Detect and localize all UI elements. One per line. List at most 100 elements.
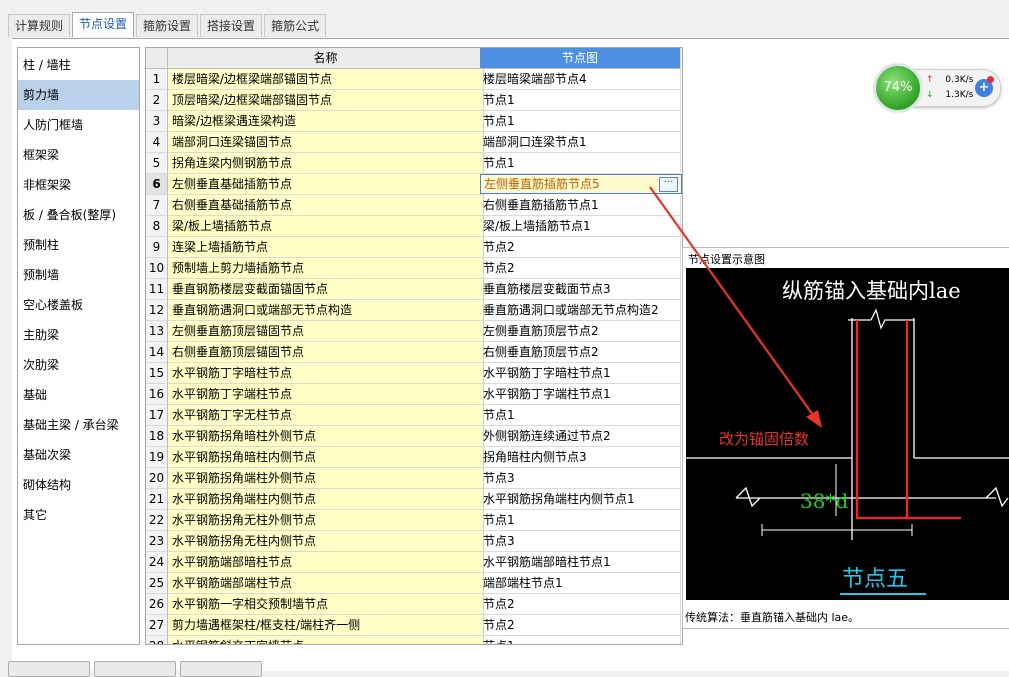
sidebar-item-other[interactable]: 其它 [18,500,139,530]
table-row[interactable]: 5 拐角连梁内侧钢筋节点 节点1 [146,153,681,174]
node-diagram-cell[interactable]: 垂直筋遇洞口或端部无节点构造2 [480,300,681,321]
node-diagram-cell[interactable]: 右侧垂直筋顶层节点2 [480,342,681,363]
table-row[interactable]: 13 左侧垂直筋顶层锚固节点 左侧垂直筋顶层节点2 [146,321,681,342]
sidebar-item-frame-beam[interactable]: 框架梁 [18,140,139,170]
sidebar-item-foundation-main-beam[interactable]: 基础主梁 / 承台梁 [18,410,139,440]
table-row[interactable]: 21 水平钢筋拐角端柱内侧节点 水平钢筋拐角端柱内侧节点1 [146,489,681,510]
tab-stirrup-formula[interactable]: 箍筋公式 [264,14,327,37]
table-row[interactable]: 9 连梁上墙插筋节点 节点2 [146,237,681,258]
bottom-button-1[interactable] [8,661,90,677]
sidebar-item-foundation[interactable]: 基础 [18,380,139,410]
node-diagram-cell[interactable]: 节点1 [480,90,681,111]
table-row[interactable]: 27 剪力墙遇框架柱/框支柱/端柱齐一侧 节点2 [146,615,681,636]
node-diagram-cell[interactable]: 节点1 [480,636,681,644]
node-diagram-value: 垂直筋楼层变截面节点3 [483,282,611,296]
table-row[interactable]: 16 水平钢筋丁字端柱节点 水平钢筋丁字端柱节点1 [146,384,681,405]
node-name-cell: 剪力墙遇框架柱/框支柱/端柱齐一侧 [168,615,484,636]
bottom-button-2[interactable] [94,661,176,677]
node-diagram-cell[interactable]: 拐角暗柱内侧节点3 [480,447,681,468]
sidebar-item-masonry[interactable]: 砌体结构 [18,470,139,500]
node-diagram-cell[interactable]: 节点2 [480,594,681,615]
tab-stirrup-settings[interactable]: 箍筋设置 [136,14,199,37]
tab-lap-settings[interactable]: 搭接设置 [200,14,263,37]
memory-usage-circle[interactable]: 74% [873,63,923,113]
table-row[interactable]: 24 水平钢筋端部暗柱节点 水平钢筋端部暗柱节点1 [146,552,681,573]
sidebar-item-shear-wall[interactable]: 剪力墙 [18,80,139,110]
node-diagram-value: 节点2 [483,240,515,254]
node-diagram-value: 节点3 [483,471,515,485]
notification-dot-icon [987,76,994,83]
node-diagram-cell[interactable]: 右侧垂直筋插筋节点1 [480,195,681,216]
table-row[interactable]: 25 水平钢筋端部端柱节点 端部端柱节点1 [146,573,681,594]
node-diagram-cell[interactable]: 节点2 [480,237,681,258]
node-diagram-cell[interactable]: 水平钢筋丁字暗柱节点1 [480,363,681,384]
node-diagram-cell[interactable]: 水平钢筋丁字端柱节点1 [480,384,681,405]
node-diagram-cell[interactable]: 节点1 [480,510,681,531]
sidebar-item-precast-wall[interactable]: 预制墙 [18,260,139,290]
length-label: 38*d [800,489,848,513]
node-diagram-cell[interactable]: 节点1 [480,153,681,174]
table-row[interactable]: 11 垂直钢筋楼层变截面锚固节点 垂直筋楼层变截面节点3 [146,279,681,300]
tab-calc-rules[interactable]: 计算规则 [8,14,71,37]
sidebar-item-non-frame-beam[interactable]: 非框架梁 [18,170,139,200]
table-row[interactable]: 15 水平钢筋丁字暗柱节点 水平钢筋丁字暗柱节点1 [146,363,681,384]
node-diagram-cell[interactable]: 节点1 [480,111,681,132]
node-diagram-cell[interactable]: 垂直筋楼层变截面节点3 [480,279,681,300]
sidebar-item-main-rib[interactable]: 主肋梁 [18,320,139,350]
table-row[interactable]: 22 水平钢筋拐角无柱外侧节点 节点1 [146,510,681,531]
table-row[interactable]: 19 水平钢筋拐角暗柱内侧节点 拐角暗柱内侧节点3 [146,447,681,468]
row-number: 2 [146,90,168,111]
node-name-cell: 水平钢筋斜交丁字墙节点 [168,636,484,644]
table-row[interactable]: 14 右侧垂直筋顶层锚固节点 右侧垂直筋顶层节点2 [146,342,681,363]
row-number: 1 [146,69,168,90]
browse-node-button[interactable]: ··· [659,177,678,192]
node-diagram-cell[interactable]: 水平钢筋端部暗柱节点1 [480,552,681,573]
sidebar-item-foundation-secondary-beam[interactable]: 基础次梁 [18,440,139,470]
network-speed-widget[interactable]: 74% ↑ 0.3K/s ↓ 1.3K/s + [873,60,1001,116]
sidebar-item-hollow-slab[interactable]: 空心楼盖板 [18,290,139,320]
node-diagram-value: 左侧垂直筋顶层节点2 [483,324,599,338]
node-diagram-cell[interactable]: 节点2 [480,258,681,279]
tab-node-settings[interactable]: 节点设置 [72,12,135,37]
node-diagram-cell[interactable]: 楼层暗梁端部节点4 [480,69,681,90]
sidebar-item-precast-column[interactable]: 预制柱 [18,230,139,260]
table-row[interactable]: 8 梁/板上墙插筋节点 梁/板上墙插筋节点1 [146,216,681,237]
sidebar-item-column[interactable]: 柱 / 墙柱 [18,50,139,80]
table-row[interactable]: 3 暗梁/边框梁遇连梁构造 节点1 [146,111,681,132]
table-row[interactable]: 18 水平钢筋拐角暗柱外侧节点 外侧钢筋连续通过节点2 [146,426,681,447]
row-number: 14 [146,342,168,363]
node-diagram-cell[interactable]: 端部洞口连梁节点1 [480,132,681,153]
node-diagram-cell[interactable]: 节点3 [480,468,681,489]
table-row[interactable]: 17 水平钢筋丁字无柱节点 节点1 [146,405,681,426]
table-row[interactable]: 4 端部洞口连梁锚固节点 端部洞口连梁节点1 [146,132,681,153]
bottom-button-3[interactable] [180,661,262,677]
table-row[interactable]: 26 水平钢筋一字相交预制墙节点 节点2 [146,594,681,615]
table-row[interactable]: 7 右侧垂直基础插筋节点 右侧垂直筋插筋节点1 [146,195,681,216]
node-name-cell: 顶层暗梁/边框梁端部锚固节点 [168,90,484,111]
node-diagram-cell[interactable]: 节点1 [480,405,681,426]
table-row[interactable]: 28水平钢筋斜交丁字墙节点节点1 [146,636,681,644]
table-row[interactable]: 6 左侧垂直基础插筋节点 左侧垂直筋插筋节点5 ··· [146,174,682,195]
sidebar-item-slab[interactable]: 板 / 叠合板(整厚) [18,200,139,230]
node-diagram-cell[interactable]: 水平钢筋拐角端柱内侧节点1 [480,489,681,510]
sidebar-item-civil-defense-frame[interactable]: 人防门框墙 [18,110,139,140]
node-diagram-cell[interactable]: 左侧垂直筋顶层节点2 [480,321,681,342]
node-diagram-cell[interactable]: 梁/板上墙插筋节点1 [480,216,681,237]
node-diagram-cell[interactable]: 左侧垂直筋插筋节点5 ··· [480,174,682,194]
upload-speed-value: 0.3K/s [945,75,974,85]
table-row[interactable]: 2 顶层暗梁/边框梁端部锚固节点 节点1 [146,90,681,111]
table-row[interactable]: 12 垂直钢筋遇洞口或端部无节点构造 垂直筋遇洞口或端部无节点构造2 [146,300,681,321]
node-diagram-cell[interactable]: 外侧钢筋连续通过节点2 [480,426,681,447]
node-diagram-cell[interactable]: 节点2 [480,615,681,636]
node-diagram-value: 节点2 [483,597,515,611]
node-diagram-cell[interactable]: 端部端柱节点1 [480,573,681,594]
node-diagram-value: 节点1 [483,639,515,644]
table-row[interactable]: 1 楼层暗梁/边框梁端部锚固节点 楼层暗梁端部节点4 [146,69,681,90]
table-row[interactable]: 23 水平钢筋拐角无柱内侧节点 节点3 [146,531,681,552]
node-diagram-cell[interactable]: 节点3 [480,531,681,552]
node-name-cell: 左侧垂直基础插筋节点 [168,174,484,195]
table-row[interactable]: 10 预制墙上剪力墙插筋节点 节点2 [146,258,681,279]
row-number: 18 [146,426,168,447]
sidebar-item-secondary-rib[interactable]: 次肋梁 [18,350,139,380]
table-row[interactable]: 20 水平钢筋拐角端柱外侧节点 节点3 [146,468,681,489]
